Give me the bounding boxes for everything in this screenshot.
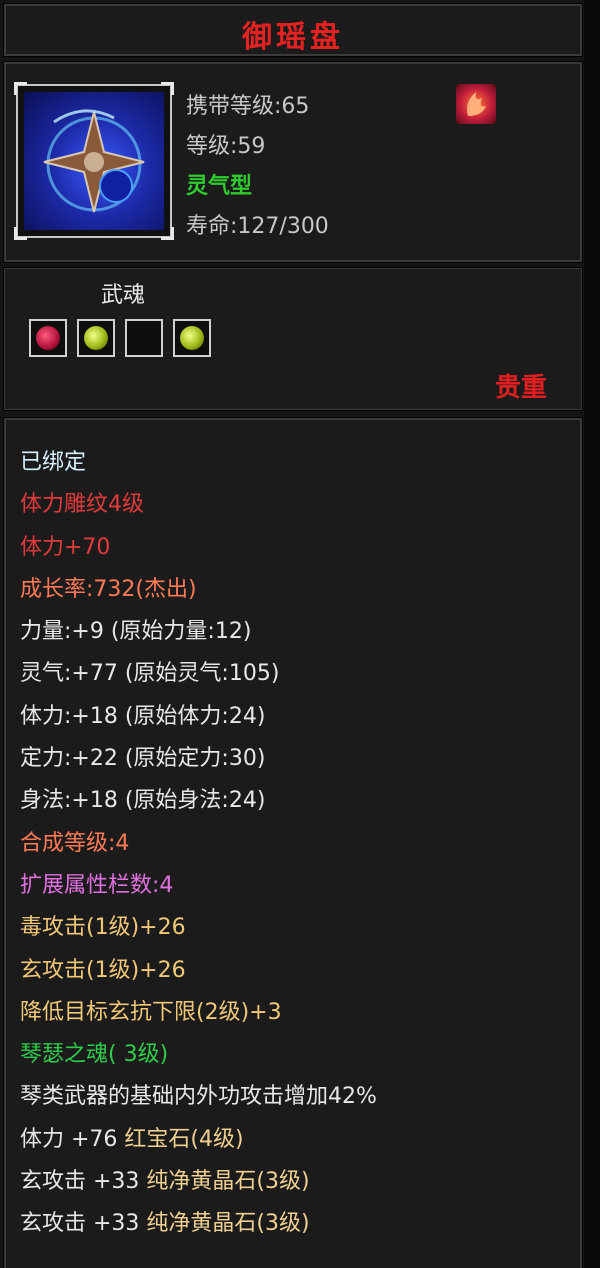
stat-line: 已绑定: [20, 450, 87, 475]
scrollbar-track[interactable]: [584, 0, 600, 1268]
item-lifespan: 寿命:127/300: [186, 214, 329, 239]
carry-level: 携带等级:65: [186, 94, 310, 119]
item-icon-frame: [14, 82, 174, 240]
stat-line: 体力+70: [20, 534, 111, 560]
rarity-label: 贵重: [494, 373, 547, 403]
soul-slot[interactable]: [173, 319, 211, 357]
stat-value: 体力 +76: [20, 1126, 125, 1152]
stat-line: 玄攻击 +33 纯净黄晶石(3级): [20, 1161, 377, 1203]
gem-name: 红宝石(4级): [124, 1126, 244, 1152]
stat-line: 琴类武器的基础内外功攻击增加42%: [20, 1084, 377, 1110]
stat-line: 成长率:732(杰出): [20, 576, 197, 602]
gold-gem-icon: [84, 326, 108, 350]
stat-line: 身法:+18 (原始身法:24): [20, 788, 266, 814]
stats-section: 已绑定体力雕纹4级 体力+70 成长率:732(杰出) 力量:+9 (原始力量:12)…: [3, 417, 583, 1268]
stat-line: 扩展属性栏数:4: [20, 872, 174, 898]
title-bar: 御瑶盘: [3, 3, 583, 57]
stat-line: 琴瑟之魂( 3级): [20, 1042, 169, 1068]
soul-slot[interactable]: [77, 319, 115, 357]
stat-line: 体力雕纹4级: [20, 492, 144, 518]
stat-line: 灵气:+77 (原始灵气:105): [20, 661, 280, 687]
stat-line: 力量:+9 (原始力量:12): [20, 619, 252, 645]
stats-list: 已绑定体力雕纹4级 体力+70 成长率:732(杰出) 力量:+9 (原始力量:12)…: [20, 442, 377, 1246]
soul-slot-empty[interactable]: [125, 319, 163, 357]
stat-line: 体力:+18 (原始体力:24): [20, 703, 266, 729]
item-name: 御瑶盘: [242, 20, 344, 55]
frame-corner: [14, 227, 27, 240]
stat-line: 玄攻击(1级)+26: [20, 957, 186, 983]
gold-gem-icon: [180, 326, 204, 350]
item-type: 灵气型: [186, 174, 253, 199]
soul-slot[interactable]: [29, 319, 67, 357]
stat-line: 体力 +76 红宝石(4级): [20, 1119, 377, 1161]
item-level: 等级:59: [186, 134, 266, 159]
item-tooltip: 御瑶盘 携带等级:65 等级:59 灵气型 寿命:127/300 武魂 贵重 已…: [0, 0, 590, 1268]
gem-name: 纯净黄晶石(3级): [146, 1211, 310, 1237]
soul-label: 武魂: [101, 283, 146, 308]
flame-feather-icon: [456, 84, 496, 124]
stat-line: 定力:+22 (原始定力:30): [20, 746, 266, 772]
item-header: 携带等级:65 等级:59 灵气型 寿命:127/300: [3, 61, 583, 263]
red-gem-icon: [36, 326, 60, 350]
soul-section: 武魂 贵重: [3, 267, 583, 411]
spinning-blade-disc-icon: [24, 92, 164, 230]
stat-value: 玄攻击 +33: [20, 1211, 147, 1237]
stat-line: 降低目标玄抗下限(2级)+3: [20, 999, 282, 1025]
frame-corner: [14, 82, 27, 95]
stat-value: 玄攻击 +33: [20, 1169, 147, 1195]
frame-corner: [161, 227, 174, 240]
stat-line: 玄攻击 +33 纯净黄晶石(3级): [20, 1203, 377, 1245]
gem-name: 纯净黄晶石(3级): [146, 1169, 310, 1195]
frame-corner: [161, 82, 174, 95]
stat-line: 毒攻击(1级)+26: [20, 915, 186, 941]
stat-line: 合成等级:4: [20, 830, 130, 856]
